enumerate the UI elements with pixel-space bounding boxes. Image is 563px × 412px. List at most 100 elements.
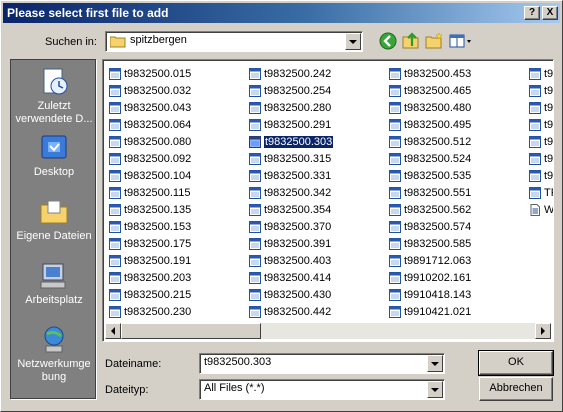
file-item[interactable]: t9832500.551: [389, 184, 471, 201]
file-item[interactable]: t9832500.430: [249, 286, 333, 303]
file-item[interactable]: t9: [529, 133, 553, 150]
file-item[interactable]: t9832500.585: [389, 235, 471, 252]
file-item[interactable]: t9832500.315: [249, 150, 333, 167]
file-item[interactable]: t9832500.230: [109, 303, 191, 320]
file-item[interactable]: t9832500.403: [249, 252, 333, 269]
file-item[interactable]: t9910202.161: [389, 269, 471, 286]
file-item[interactable]: t9832500.535: [389, 167, 471, 184]
close-button[interactable]: X: [542, 6, 558, 20]
scroll-left-button[interactable]: [105, 323, 121, 339]
text-document-icon: [530, 203, 540, 216]
file-name: TF: [544, 186, 553, 199]
file-item[interactable]: t9832500.354: [249, 201, 333, 218]
file-item[interactable]: t9832500.574: [389, 218, 471, 235]
file-item[interactable]: t9832500.175: [109, 235, 191, 252]
scroll-right-button[interactable]: [535, 323, 551, 339]
lookin-dropdown-button[interactable]: [345, 33, 361, 50]
new-folder-icon[interactable]: [424, 31, 444, 51]
file-item[interactable]: t9832500.465: [389, 82, 471, 99]
file-item[interactable]: t9832500.370: [249, 218, 333, 235]
places-bar: Zuletzt verwendete D... Desktop Eigene D…: [10, 59, 96, 399]
file-item[interactable]: t9832500.480: [389, 99, 471, 116]
file-item[interactable]: t9832500.064: [109, 116, 191, 133]
file-item[interactable]: t9832500.215: [109, 286, 191, 303]
file-column-1: t9832500.015 t9832500.032 t9832500.043 t983…: [109, 65, 191, 320]
view-menu-icon[interactable]: [448, 31, 474, 51]
file-name: t9832500.115: [124, 186, 191, 199]
file-item[interactable]: t9832500.512: [389, 133, 471, 150]
file-name: t9832500.043: [124, 101, 192, 114]
place-my-computer[interactable]: Arbeitsplatz: [11, 260, 97, 307]
place-network[interactable]: Netzwerkumge bung: [11, 324, 97, 384]
file-name: t9832500.191: [124, 254, 192, 267]
my-computer-icon: [40, 263, 66, 289]
file-item[interactable]: t9: [529, 150, 553, 167]
file-name: t9832500.391: [264, 237, 332, 250]
file-item[interactable]: t9832500.291: [249, 116, 333, 133]
filename-input[interactable]: t9832500.303: [204, 356, 271, 368]
file-item[interactable]: t9: [529, 167, 553, 184]
file-item[interactable]: t9832500.254: [249, 82, 333, 99]
file-item[interactable]: t9832500.032: [109, 82, 191, 99]
title-bar[interactable]: Please select first file to add ? X: [3, 3, 560, 23]
file-item[interactable]: t9832500.524: [389, 150, 471, 167]
file-window-icon: [249, 84, 261, 97]
place-recent[interactable]: Zuletzt verwendete D...: [11, 66, 97, 126]
file-item[interactable]: t9: [529, 99, 553, 116]
horizontal-scrollbar[interactable]: [105, 323, 551, 339]
file-item[interactable]: t9832500.242: [249, 65, 333, 82]
file-list[interactable]: t9832500.015 t9832500.032 t9832500.043 t983…: [102, 59, 554, 342]
file-item[interactable]: t9: [529, 82, 553, 99]
place-my-documents[interactable]: Eigene Dateien: [11, 196, 97, 243]
filename-combobox[interactable]: t9832500.303: [199, 353, 445, 374]
filetype-dropdown-button[interactable]: [427, 381, 443, 398]
file-name: t9832500.315: [264, 152, 332, 165]
file-window-icon: [249, 67, 261, 80]
file-item[interactable]: t9832500.153: [109, 218, 191, 235]
file-item[interactable]: t9832500.015: [109, 65, 191, 82]
cancel-button[interactable]: Abbrechen: [479, 377, 553, 401]
file-item[interactable]: t9832500.280: [249, 99, 333, 116]
file-item[interactable]: t9832500.203: [109, 269, 191, 286]
file-item[interactable]: t9832500.562: [389, 201, 471, 218]
file-window-icon: [109, 101, 121, 114]
scroll-thumb[interactable]: [121, 323, 261, 339]
file-item[interactable]: t9832500.092: [109, 150, 191, 167]
arrow-left-icon: [111, 327, 115, 335]
file-item[interactable]: t9832500.191: [109, 252, 191, 269]
file-item[interactable]: t9832500.043: [109, 99, 191, 116]
file-item[interactable]: t9832500.495: [389, 116, 471, 133]
file-item[interactable]: t9910421.021: [389, 303, 471, 320]
file-item[interactable]: t9910418.143: [389, 286, 471, 303]
help-button[interactable]: ?: [524, 6, 540, 20]
file-item[interactable]: t9891712.063: [389, 252, 471, 269]
file-item[interactable]: t9832500.135: [109, 201, 191, 218]
file-item[interactable]: t9832500.115: [109, 184, 191, 201]
file-item[interactable]: t9832500.442: [249, 303, 333, 320]
filename-dropdown-button[interactable]: [427, 355, 443, 372]
file-window-icon: [249, 152, 261, 165]
file-item[interactable]: t9: [529, 65, 553, 82]
filetype-combobox[interactable]: All Files (*.*): [199, 379, 445, 400]
file-item[interactable]: t9832500.342: [249, 184, 333, 201]
file-name: t9832500.342: [264, 186, 332, 199]
file-item[interactable]: t9832500.104: [109, 167, 191, 184]
file-item[interactable]: t9832500.414: [249, 269, 333, 286]
lookin-combobox[interactable]: spitzbergen: [105, 31, 363, 52]
file-item[interactable]: t9: [529, 116, 553, 133]
up-folder-icon[interactable]: [401, 31, 421, 51]
file-item[interactable]: t9832500.080: [109, 133, 191, 150]
file-window-icon: [389, 152, 401, 165]
back-icon[interactable]: [378, 31, 398, 51]
file-window-icon: [109, 118, 121, 131]
file-window-icon: [389, 186, 401, 199]
file-item[interactable]: t9832500.331: [249, 167, 333, 184]
file-item[interactable]: t9832500.391: [249, 235, 333, 252]
file-item[interactable]: t9832500.453: [389, 65, 471, 82]
file-item-selected[interactable]: t9832500.303: [249, 133, 335, 150]
ok-button[interactable]: OK: [478, 350, 554, 376]
file-name: t9832500.153: [124, 220, 192, 233]
file-item[interactable]: W: [529, 201, 553, 218]
place-desktop[interactable]: Desktop: [11, 132, 97, 179]
file-item[interactable]: TF: [529, 184, 553, 201]
